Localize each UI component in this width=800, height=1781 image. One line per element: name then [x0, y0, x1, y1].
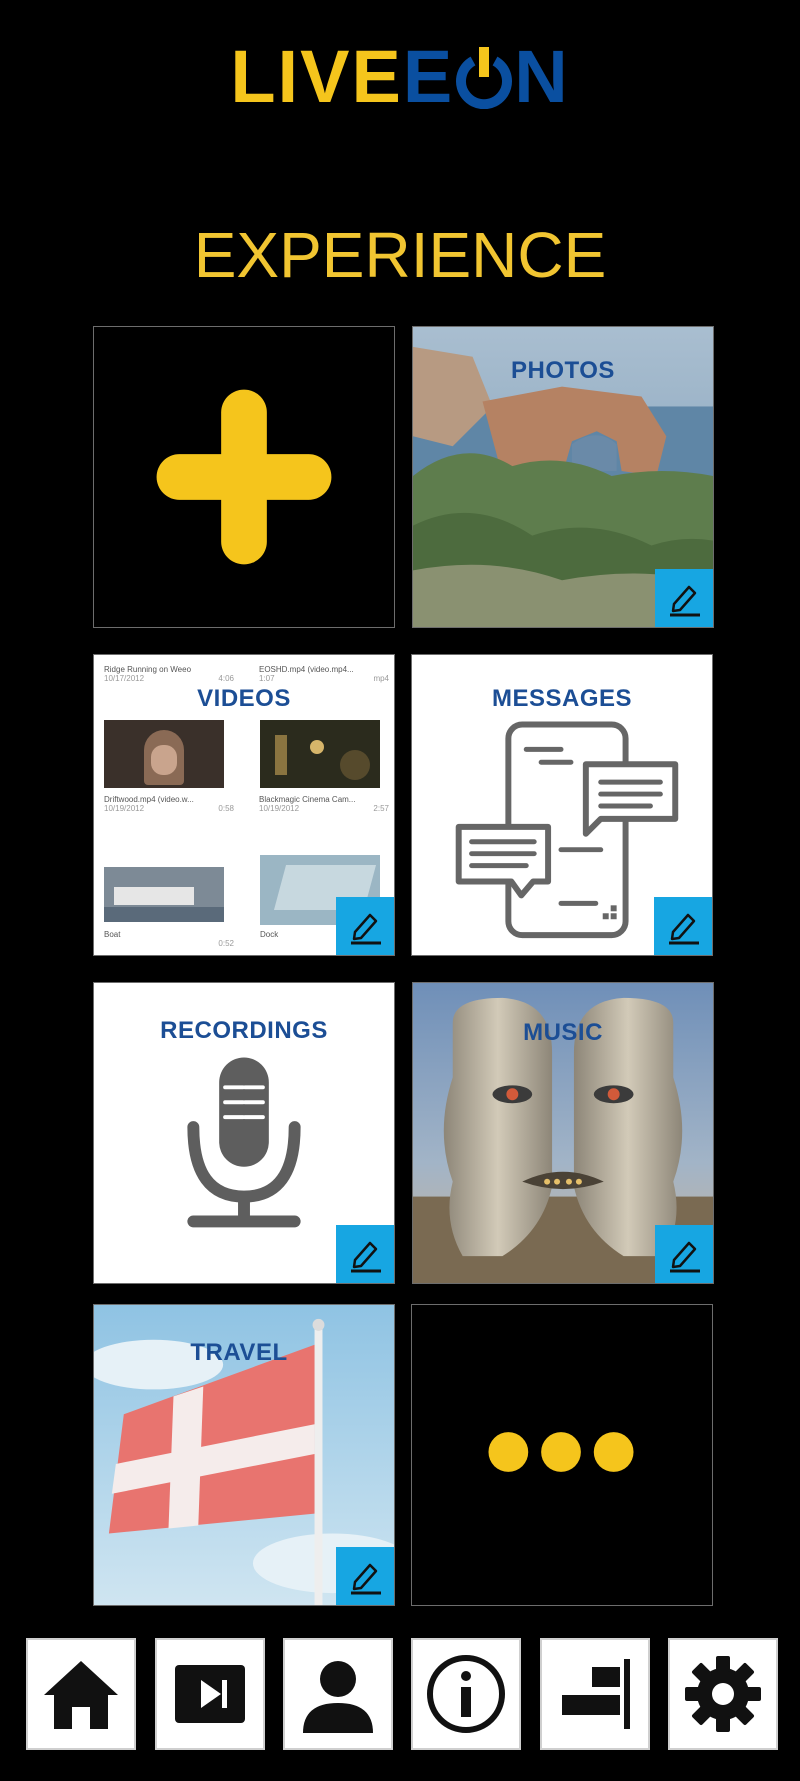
music-tile[interactable]: MUSIC — [412, 982, 714, 1284]
video-date: 10/19/2012 — [104, 804, 145, 813]
video-name: Boat — [104, 930, 121, 939]
photos-tile[interactable]: PHOTOS — [412, 326, 714, 628]
pencil-icon — [670, 585, 700, 617]
more-tile[interactable] — [411, 1304, 713, 1606]
photos-label: PHOTOS — [511, 357, 615, 384]
videos-edit-button[interactable] — [336, 897, 394, 955]
nav-info-button[interactable] — [411, 1638, 521, 1750]
videos-label: VIDEOS — [197, 685, 291, 712]
video-duration: 0:58 — [218, 804, 234, 813]
pencil-icon — [351, 1241, 381, 1273]
video-item: Driftwood.mp4 (video.w... 10/19/2012 0:58 — [104, 795, 234, 813]
video-name: EOSHD.mp4 (video.mp4... — [259, 665, 354, 674]
power-icon — [455, 45, 513, 110]
video-item: Boat 0:52 — [104, 930, 234, 948]
travel-edit-button[interactable] — [336, 1547, 394, 1605]
video-name: Ridge Running on Weeo — [104, 665, 192, 674]
video-item: Blackmagic Cinema Cam... 10/19/2012 2:57 — [259, 795, 389, 813]
nav-align-button[interactable] — [540, 1638, 650, 1750]
recordings-edit-button[interactable] — [336, 1225, 394, 1283]
pencil-icon — [351, 1563, 381, 1595]
recordings-label: RECORDINGS — [160, 1017, 328, 1044]
messages-tile[interactable]: MESSAGES — [411, 654, 713, 956]
logo-e-text: E — [402, 35, 455, 118]
pencil-icon — [670, 1241, 700, 1273]
nav-settings-button[interactable] — [668, 1638, 778, 1750]
video-name: Dock — [260, 930, 279, 939]
videos-tile[interactable]: Ridge Running on Weeo 10/17/2012 4:06 EOS… — [93, 654, 395, 956]
video-item: Dock — [260, 930, 320, 939]
align-right-icon — [562, 1659, 630, 1729]
logo-n-text: N — [514, 35, 570, 118]
play-next-icon — [175, 1665, 245, 1723]
nav-profile-button[interactable] — [283, 1638, 393, 1750]
user-icon — [303, 1661, 373, 1733]
nav-play-button[interactable] — [155, 1638, 265, 1750]
add-tile[interactable] — [93, 326, 395, 628]
video-duration: 0:52 — [218, 939, 234, 948]
video-date: 10/17/2012 — [104, 674, 145, 683]
page-title: EXPERIENCE — [193, 219, 607, 291]
info-icon — [427, 1655, 505, 1733]
video-duration: 2:57 — [373, 804, 389, 813]
video-date: 10/19/2012 — [259, 804, 300, 813]
app-logo: LIVE E N — [0, 22, 800, 132]
gear-icon — [685, 1656, 761, 1732]
plus-icon — [156, 389, 332, 565]
more-dots-icon — [488, 1432, 634, 1472]
video-thumbnail — [104, 867, 224, 922]
travel-label: TRAVEL — [190, 1339, 288, 1366]
messages-label: MESSAGES — [491, 685, 633, 712]
video-duration: 1:07 — [259, 674, 275, 683]
messages-edit-button[interactable] — [654, 897, 712, 955]
music-edit-button[interactable] — [655, 1225, 713, 1283]
video-thumbnail — [260, 720, 380, 788]
pencil-icon — [351, 913, 381, 945]
video-name: Blackmagic Cinema Cam... — [259, 795, 356, 804]
music-label: MUSIC — [523, 1019, 603, 1046]
home-icon — [44, 1661, 118, 1729]
video-item: Ridge Running on Weeo 10/17/2012 4:06 — [104, 665, 234, 683]
photos-edit-button[interactable] — [655, 569, 713, 627]
video-thumbnail — [104, 720, 224, 788]
travel-tile[interactable]: TRAVEL — [93, 1304, 395, 1606]
pencil-icon — [669, 913, 699, 945]
logo-live-text: LIVE — [230, 35, 403, 118]
nav-home-button[interactable] — [26, 1638, 136, 1750]
recordings-tile[interactable]: RECORDINGS — [93, 982, 395, 1284]
video-item: EOSHD.mp4 (video.mp4... 1:07 mp4 — [259, 665, 389, 683]
video-name: Driftwood.mp4 (video.w... — [104, 795, 194, 804]
video-duration: 4:06 — [218, 674, 234, 683]
video-type: mp4 — [373, 674, 389, 683]
bottom-nav — [0, 1638, 800, 1750]
